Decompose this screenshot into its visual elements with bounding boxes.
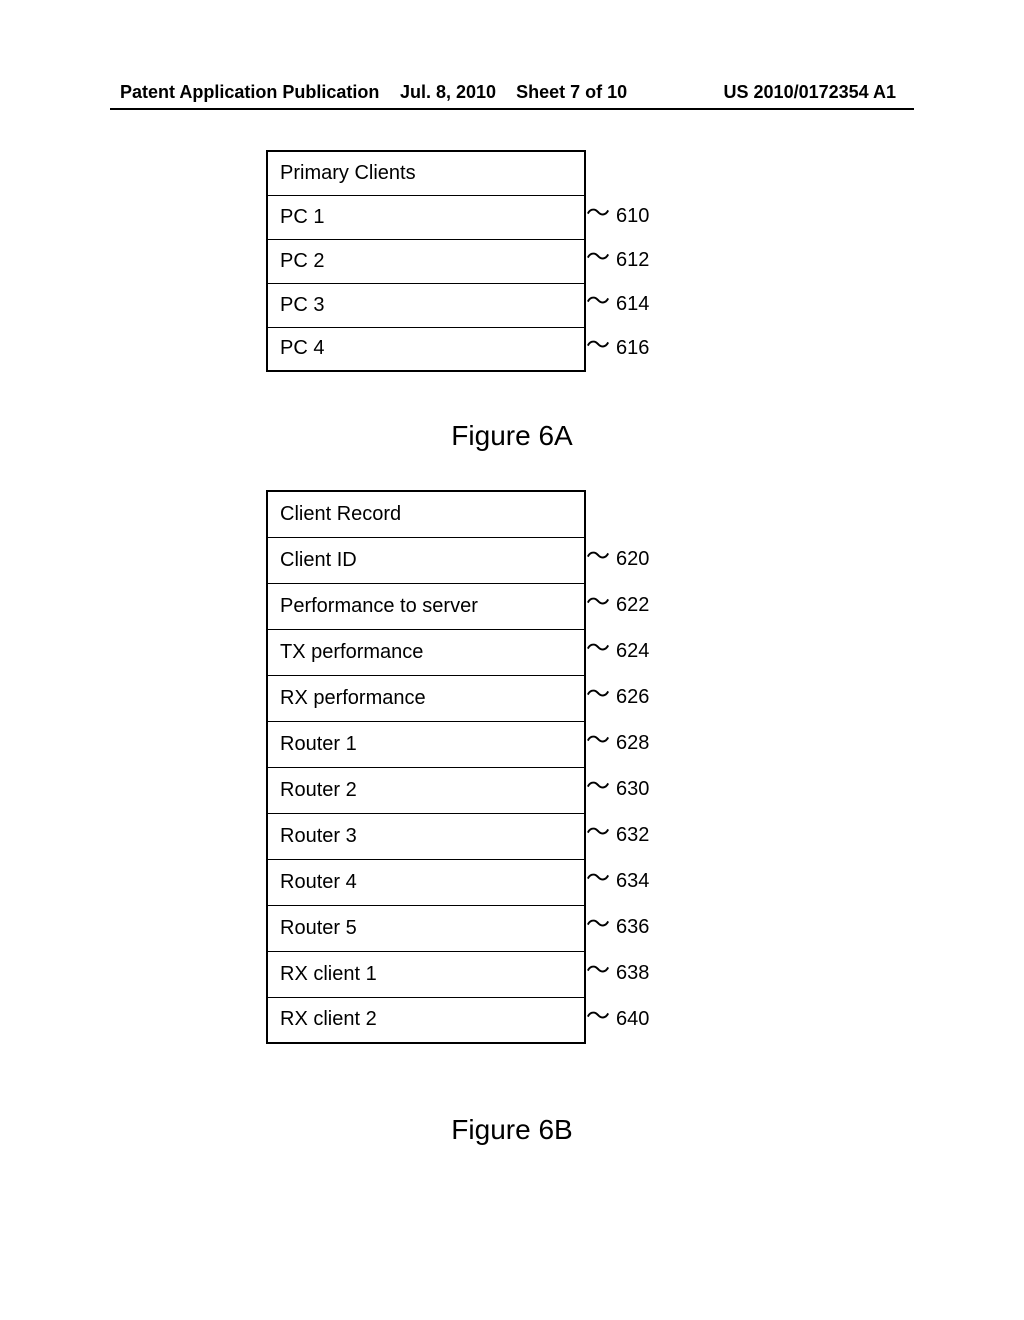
table-row: Router 1	[267, 721, 585, 767]
lead-line-icon: 〜	[586, 959, 610, 983]
figure-6b-caption: Figure 6B	[0, 1114, 1024, 1146]
ref-label: 〜628	[586, 720, 649, 766]
ref-label: 〜624	[586, 628, 649, 674]
table-row: Client ID	[267, 537, 585, 583]
lead-line-icon: 〜	[586, 246, 610, 270]
lead-line-icon: 〜	[586, 202, 610, 226]
table-title: Primary Clients	[267, 151, 585, 195]
lead-line-icon: 〜	[586, 683, 610, 707]
header-left: Patent Application Publication	[120, 82, 379, 102]
lead-line-icon: 〜	[586, 290, 610, 314]
ref-label: 〜632	[586, 812, 649, 858]
table-row: RX performance	[267, 675, 585, 721]
ref-label: 〜634	[586, 858, 649, 904]
ref-label: 〜622	[586, 582, 649, 628]
figure-6a-caption: Figure 6A	[0, 420, 1024, 452]
ref-label: 〜638	[586, 950, 649, 996]
ref-label: 〜612	[586, 238, 649, 282]
lead-line-icon: 〜	[586, 1005, 610, 1029]
table-row: Router 3	[267, 813, 585, 859]
ref-label: 〜616	[586, 326, 649, 370]
figure-6b-table-wrap: Client Record Client ID Performance to s…	[266, 490, 1024, 1044]
table-row: Router 4	[267, 859, 585, 905]
client-record-table: Client Record Client ID Performance to s…	[266, 490, 586, 1044]
lead-line-icon: 〜	[586, 913, 610, 937]
ref-label: 〜636	[586, 904, 649, 950]
ref-label: 〜630	[586, 766, 649, 812]
lead-line-icon: 〜	[586, 821, 610, 845]
table-title: Client Record	[267, 491, 585, 537]
table-row: TX performance	[267, 629, 585, 675]
table-row: PC 1	[267, 195, 585, 239]
table-row: PC 3	[267, 283, 585, 327]
figure-6a-table-wrap: Primary Clients PC 1 PC 2 PC 3 PC 4 〜610…	[266, 150, 1024, 372]
lead-line-icon: 〜	[586, 591, 610, 615]
ref-label: 〜614	[586, 282, 649, 326]
ref-column-6b: 〜620 〜622 〜624 〜626 〜628 〜630 〜632 〜634 …	[586, 536, 649, 1042]
primary-clients-table: Primary Clients PC 1 PC 2 PC 3 PC 4	[266, 150, 586, 372]
ref-label: 〜640	[586, 996, 649, 1042]
lead-line-icon: 〜	[586, 775, 610, 799]
header-mid: Jul. 8, 2010 Sheet 7 of 10	[400, 82, 627, 103]
table-row: RX client 2	[267, 997, 585, 1043]
table-row: PC 4	[267, 327, 585, 371]
lead-line-icon: 〜	[586, 545, 610, 569]
lead-line-icon: 〜	[586, 729, 610, 753]
ref-label: 〜610	[586, 194, 649, 238]
lead-line-icon: 〜	[586, 637, 610, 661]
page-header: Patent Application Publication Jul. 8, 2…	[0, 82, 1024, 103]
header-divider	[110, 108, 914, 110]
table-row: Router 2	[267, 767, 585, 813]
header-right: US 2010/0172354 A1	[724, 82, 896, 103]
header-date: Jul. 8, 2010	[400, 82, 496, 102]
table-row: Performance to server	[267, 583, 585, 629]
ref-label: 〜620	[586, 536, 649, 582]
figure-6a-group: Primary Clients PC 1 PC 2 PC 3 PC 4 〜610…	[0, 150, 1024, 452]
table-row: PC 2	[267, 239, 585, 283]
ref-column-6a: 〜610 〜612 〜614 〜616	[586, 194, 649, 370]
table-row: RX client 1	[267, 951, 585, 997]
table-row: Router 5	[267, 905, 585, 951]
lead-line-icon: 〜	[586, 867, 610, 891]
ref-label: 〜626	[586, 674, 649, 720]
figure-6b-group: Client Record Client ID Performance to s…	[0, 490, 1024, 1146]
header-sheet: Sheet 7 of 10	[516, 82, 627, 102]
lead-line-icon: 〜	[586, 334, 610, 358]
